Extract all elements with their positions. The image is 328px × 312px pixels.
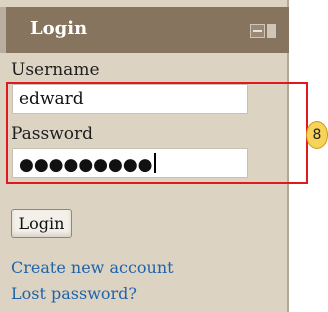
login-button[interactable]: Login: [11, 209, 72, 238]
block-titlebar: Login: [0, 7, 289, 53]
username-field[interactable]: edward: [12, 84, 248, 114]
password-field[interactable]: ●●●●●●●●●: [12, 148, 248, 178]
block-title: Login: [30, 18, 88, 39]
password-label: Password: [11, 124, 94, 144]
collapse-bar-icon: [267, 24, 276, 38]
password-mask: ●●●●●●●●●: [19, 155, 153, 175]
text-caret: [153, 153, 156, 173]
collapse-box-icon: [250, 24, 265, 38]
username-label: Username: [11, 60, 100, 80]
annotation-step-badge: 8: [306, 121, 328, 149]
login-block: Login Username edward Password ●●●●●●●●●…: [0, 0, 289, 312]
create-account-link[interactable]: Create new account: [11, 258, 174, 277]
titlebar-accent-stripe: [0, 7, 6, 53]
username-value: edward: [19, 89, 84, 109]
collapse-toggle-icon[interactable]: [250, 24, 277, 38]
lost-password-link[interactable]: Lost password?: [11, 284, 137, 303]
